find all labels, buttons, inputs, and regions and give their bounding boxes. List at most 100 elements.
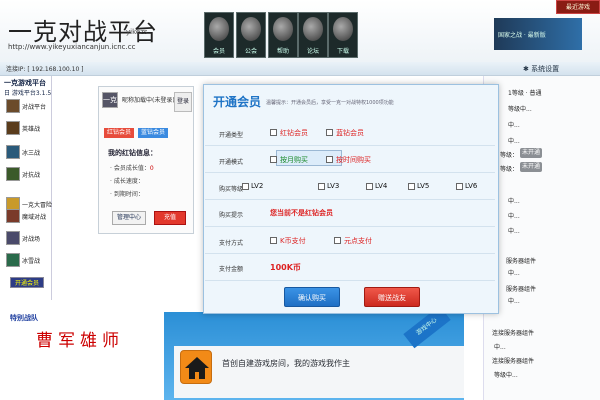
- top-download-button[interactable]: 下载: [328, 12, 358, 58]
- tree-item-label: 对战平台: [22, 104, 47, 111]
- game-icon: [6, 231, 20, 245]
- blue-vip-checkbox[interactable]: [326, 129, 333, 136]
- download-icon: [333, 17, 353, 41]
- forum-icon: [303, 17, 323, 41]
- game-icon: [6, 121, 20, 135]
- red-vip-option[interactable]: 红钻会员: [280, 128, 308, 138]
- gift-friend-button[interactable]: 赠送战友: [364, 287, 420, 307]
- home-icon: [180, 350, 212, 384]
- payment-label: 支付方式: [218, 240, 243, 247]
- bytime-option[interactable]: 按时间购买: [336, 155, 371, 165]
- nickname-text: 昵称加载中(未登录): [122, 97, 175, 104]
- kcoin-option[interactable]: K币支付: [280, 236, 306, 246]
- monthly-option[interactable]: 按月购买: [280, 155, 308, 165]
- lv2-option[interactable]: LV2: [251, 182, 263, 190]
- lv2-checkbox[interactable]: [242, 183, 249, 190]
- top-help-button[interactable]: 帮助: [268, 12, 298, 58]
- yuandian-checkbox[interactable]: [334, 237, 341, 244]
- lv4-option[interactable]: LV4: [375, 182, 387, 190]
- activate-button[interactable]: 未开通: [520, 162, 542, 172]
- right-line: 中...: [508, 298, 520, 305]
- method-label: 开通模式: [218, 159, 243, 166]
- right-line: 服务器组件: [506, 258, 537, 265]
- payment-amount: 100K币: [270, 263, 301, 272]
- red-vip-checkbox[interactable]: [270, 129, 277, 136]
- guild-icon: [241, 17, 261, 41]
- activate-button[interactable]: 未开通: [520, 148, 542, 158]
- site-url[interactable]: http://www.yikeyuxiancanjun.icnc.cc: [8, 43, 135, 51]
- kcoin-checkbox[interactable]: [270, 237, 277, 244]
- tip-label: 购买提示: [218, 212, 243, 219]
- top-member-button[interactable]: 会员: [204, 12, 234, 58]
- lv3-option[interactable]: LV3: [327, 182, 339, 190]
- bytime-checkbox[interactable]: [326, 156, 333, 163]
- blue-vip-option[interactable]: 蓝钻会员: [336, 128, 364, 138]
- tab-red-vip[interactable]: 红钻会员: [104, 128, 134, 138]
- right-panel: [483, 76, 600, 400]
- top-guild-label: 公会: [244, 48, 257, 55]
- tree-item[interactable]: 对战平台: [6, 98, 50, 116]
- confirm-purchase-button[interactable]: 确认购买: [284, 287, 340, 307]
- member-icon: [209, 17, 229, 41]
- info-label: · 成长速度：: [110, 178, 144, 185]
- info-label: · 会员成长值：: [110, 165, 150, 172]
- lv5-checkbox[interactable]: [408, 183, 415, 190]
- tree-title: 一克游戏平台: [4, 79, 46, 87]
- right-line: 等级：: [500, 166, 519, 173]
- tree-item[interactable]: 英雄战: [6, 120, 50, 138]
- top-guild-button[interactable]: 公会: [236, 12, 266, 58]
- lv6-option[interactable]: LV6: [465, 182, 477, 190]
- right-line: 连接服务器组件: [492, 358, 535, 365]
- top-forum-button[interactable]: 论坛: [298, 12, 328, 58]
- header-banner[interactable]: 国家之战 · 最新版: [494, 18, 582, 50]
- lv5-option[interactable]: LV5: [417, 182, 429, 190]
- tab-blue-vip[interactable]: 蓝钻会员: [138, 128, 168, 138]
- expire-time: · 到期时间：: [110, 189, 144, 198]
- right-line: 中...: [508, 138, 520, 145]
- settings-label: 系统设置: [531, 65, 560, 73]
- tree-item[interactable]: 冰雪战: [6, 252, 50, 270]
- tree-item[interactable]: 对抗战: [6, 166, 50, 184]
- yuandian-option[interactable]: 元点支付: [344, 236, 372, 246]
- tree-item-label: 冰雪战: [22, 258, 41, 265]
- top-forum-label: 论坛: [306, 48, 319, 55]
- tree-item[interactable]: 对战场: [6, 230, 50, 248]
- promo-text: 首创自建游戏房间，我的游戏我作主: [222, 359, 350, 368]
- login-button[interactable]: 登录: [174, 92, 192, 112]
- game-icon: [6, 253, 20, 267]
- top-download-label: 下载: [336, 48, 349, 55]
- recharge-button[interactable]: 充值: [154, 211, 186, 225]
- tree-item-label: 魔域对战: [22, 214, 47, 221]
- right-line: 等级中...: [508, 106, 532, 113]
- help-icon: [273, 17, 293, 41]
- right-line: 等级：: [500, 152, 519, 159]
- my-vip-title: 我的红钻信息：: [108, 149, 157, 157]
- right-line: 连接服务器组件: [492, 330, 535, 337]
- tree-item[interactable]: 冰三战: [6, 144, 50, 162]
- right-line: 服务器组件: [506, 286, 537, 293]
- tree-item-label: 冰三战: [22, 150, 41, 157]
- info-label: · 到期时间：: [110, 191, 144, 198]
- top-member-label: 会员: [212, 48, 225, 55]
- avatar[interactable]: 一克: [102, 92, 118, 108]
- lv6-checkbox[interactable]: [456, 183, 463, 190]
- recent-games-button[interactable]: 最近游戏: [556, 0, 600, 14]
- tree-item-label: 对战场: [22, 236, 41, 243]
- tree-item-label: 英雄战: [22, 126, 41, 133]
- monthly-checkbox[interactable]: [270, 156, 277, 163]
- right-line: 中...: [508, 213, 520, 220]
- lv4-checkbox[interactable]: [366, 183, 373, 190]
- game-icon: [6, 145, 20, 159]
- right-line: 1等级 · 普通: [508, 90, 542, 97]
- promo-strip: [174, 346, 464, 398]
- game-icon: [6, 167, 20, 181]
- info-value: 0: [149, 165, 154, 172]
- lv3-checkbox[interactable]: [318, 183, 325, 190]
- amount-label: 支付金额: [218, 266, 243, 273]
- settings-link[interactable]: ✱ 系统设置: [523, 64, 559, 74]
- tree-item[interactable]: 魔域对战: [6, 208, 50, 226]
- team-name: 曹军雄师: [36, 331, 124, 351]
- tree-subtitle[interactable]: 日 游戏平台3.1.5: [4, 88, 51, 97]
- management-center-button[interactable]: 管理中心: [112, 211, 146, 225]
- open-vip-button[interactable]: 开通会员: [10, 277, 44, 288]
